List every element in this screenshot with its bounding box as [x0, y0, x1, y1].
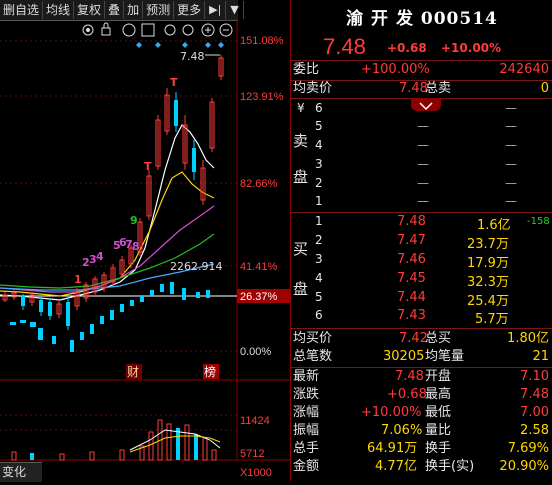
price-change-pct: +10.00% — [441, 41, 502, 55]
pct-label-zero: 0.00% — [240, 346, 271, 358]
bid-level-1[interactable]: 1 7.48 1.6亿 -158 — [291, 214, 552, 233]
bid-level-4[interactable]: 4 7.45 32.3万 — [291, 271, 552, 290]
sell-order-book: ¥ 卖 盘 6 5 4 3 2 1 — — — — — — — — — — — — [291, 98, 552, 212]
stock-title: 渝 开 发 000514 — [346, 9, 498, 29]
finance-tag[interactable]: 财 — [127, 365, 139, 379]
stat-row: 金额 4.77亿 换手(实) 20.90% — [293, 459, 549, 474]
stat-row: 涨幅 +10.00% 最低 7.00 — [293, 405, 549, 420]
quote-panel: 渝 开 发 000514 7.48 +0.68 +10.00% 委比 +100.… — [290, 0, 552, 481]
forecast-button[interactable]: 预测 — [143, 1, 175, 19]
event-markers — [136, 42, 224, 48]
add-button[interactable]: 加 — [124, 1, 144, 19]
bid-level-2[interactable]: 2 7.47 23.7万 — [291, 233, 552, 252]
adjust-button[interactable]: 复权 — [74, 1, 106, 19]
avg-buy-row: 均买价 7.42 总买 1.80亿 — [293, 331, 549, 346]
trades-row: 总笔数 30205 均笔量 21 — [293, 349, 549, 364]
stat-row: 总手 64.91万 换手 7.69% — [293, 441, 549, 456]
stat-row: 振幅 7.06% 量比 2.58 — [293, 423, 549, 438]
lock-icon[interactable] — [101, 22, 111, 36]
volume-unit-label: X1000 — [240, 467, 272, 479]
price-change: +0.68 — [387, 41, 427, 55]
kline-svg: 7.48 1 2 3 4 5 6 7 8 9 T T 2262.914 151.… — [0, 20, 290, 479]
svg-text:1: 1 — [74, 273, 82, 286]
moving-average-button[interactable]: 均线 — [43, 1, 75, 19]
pct-label-current: 26.37% — [240, 291, 278, 303]
svg-text:4: 4 — [96, 250, 104, 263]
current-price: 7.48 — [323, 34, 366, 59]
pct-label-151: 151.08% — [240, 35, 284, 47]
yen-icon: ¥ — [297, 101, 305, 115]
hand-icon[interactable] — [122, 23, 136, 37]
chart-type-icon[interactable] — [141, 23, 155, 37]
chevron-down-icon[interactable]: ▼ — [226, 1, 244, 19]
bid-level-3[interactable]: 3 7.46 17.9万 — [291, 252, 552, 271]
remove-watchlist-button[interactable]: 删自选 — [0, 1, 44, 19]
pct-label-123: 123.91% — [240, 91, 284, 103]
bid-level-6[interactable]: 6 7.43 5.7万 — [291, 308, 552, 327]
pct-label-82: 82.66% — [240, 178, 278, 190]
ranking-tag[interactable]: 榜 — [204, 364, 216, 379]
settings-icon[interactable] — [182, 24, 194, 36]
avg-sell-row: 均卖价 7.48 总卖 0 — [293, 81, 549, 96]
svg-text:9: 9 — [130, 214, 138, 227]
last-price-label: 7.48 — [180, 50, 205, 63]
weibi-row: 委比 +100.00% 242640 — [293, 62, 549, 77]
more-button[interactable]: 更多 — [174, 1, 206, 19]
tab-change[interactable]: 变化 — [0, 462, 42, 482]
chart-toolbar: 删自选 均线 复权 叠 加 预测 更多 ▶| ▼ — [0, 0, 244, 21]
kline-chart[interactable]: 7.48 1 2 3 4 5 6 7 8 9 T T 2262.914 151.… — [0, 20, 290, 481]
volume-label-max: 11424 — [240, 415, 270, 427]
stat-row: 最新 7.48 开盘 7.10 — [293, 369, 549, 384]
chevron-down-icon — [419, 102, 433, 111]
collapse-sell-button[interactable] — [411, 98, 441, 111]
pct-label-41: 41.41% — [240, 261, 278, 273]
svg-text:T: T — [170, 76, 178, 89]
svg-text:T: T — [144, 160, 152, 173]
overlay-button[interactable]: 叠 — [105, 1, 125, 19]
zoom-out-icon[interactable] — [164, 24, 176, 36]
volume-label-mid: 5712 — [240, 448, 264, 460]
svg-text:8: 8 — [132, 240, 140, 253]
bid-level-5[interactable]: 5 7.44 25.4万 — [291, 290, 552, 309]
chart-icon-row — [82, 22, 233, 37]
ma-value-label: 2262.914 — [170, 260, 223, 273]
stat-row: 涨跌 +0.68 最高 7.48 — [293, 387, 549, 402]
nav-arrow-icon[interactable]: ▶| — [205, 1, 227, 19]
buy-order-book: 买 盘 1 7.48 1.6亿 -158 2 7.47 23.7万 3 7.46… — [291, 212, 552, 327]
